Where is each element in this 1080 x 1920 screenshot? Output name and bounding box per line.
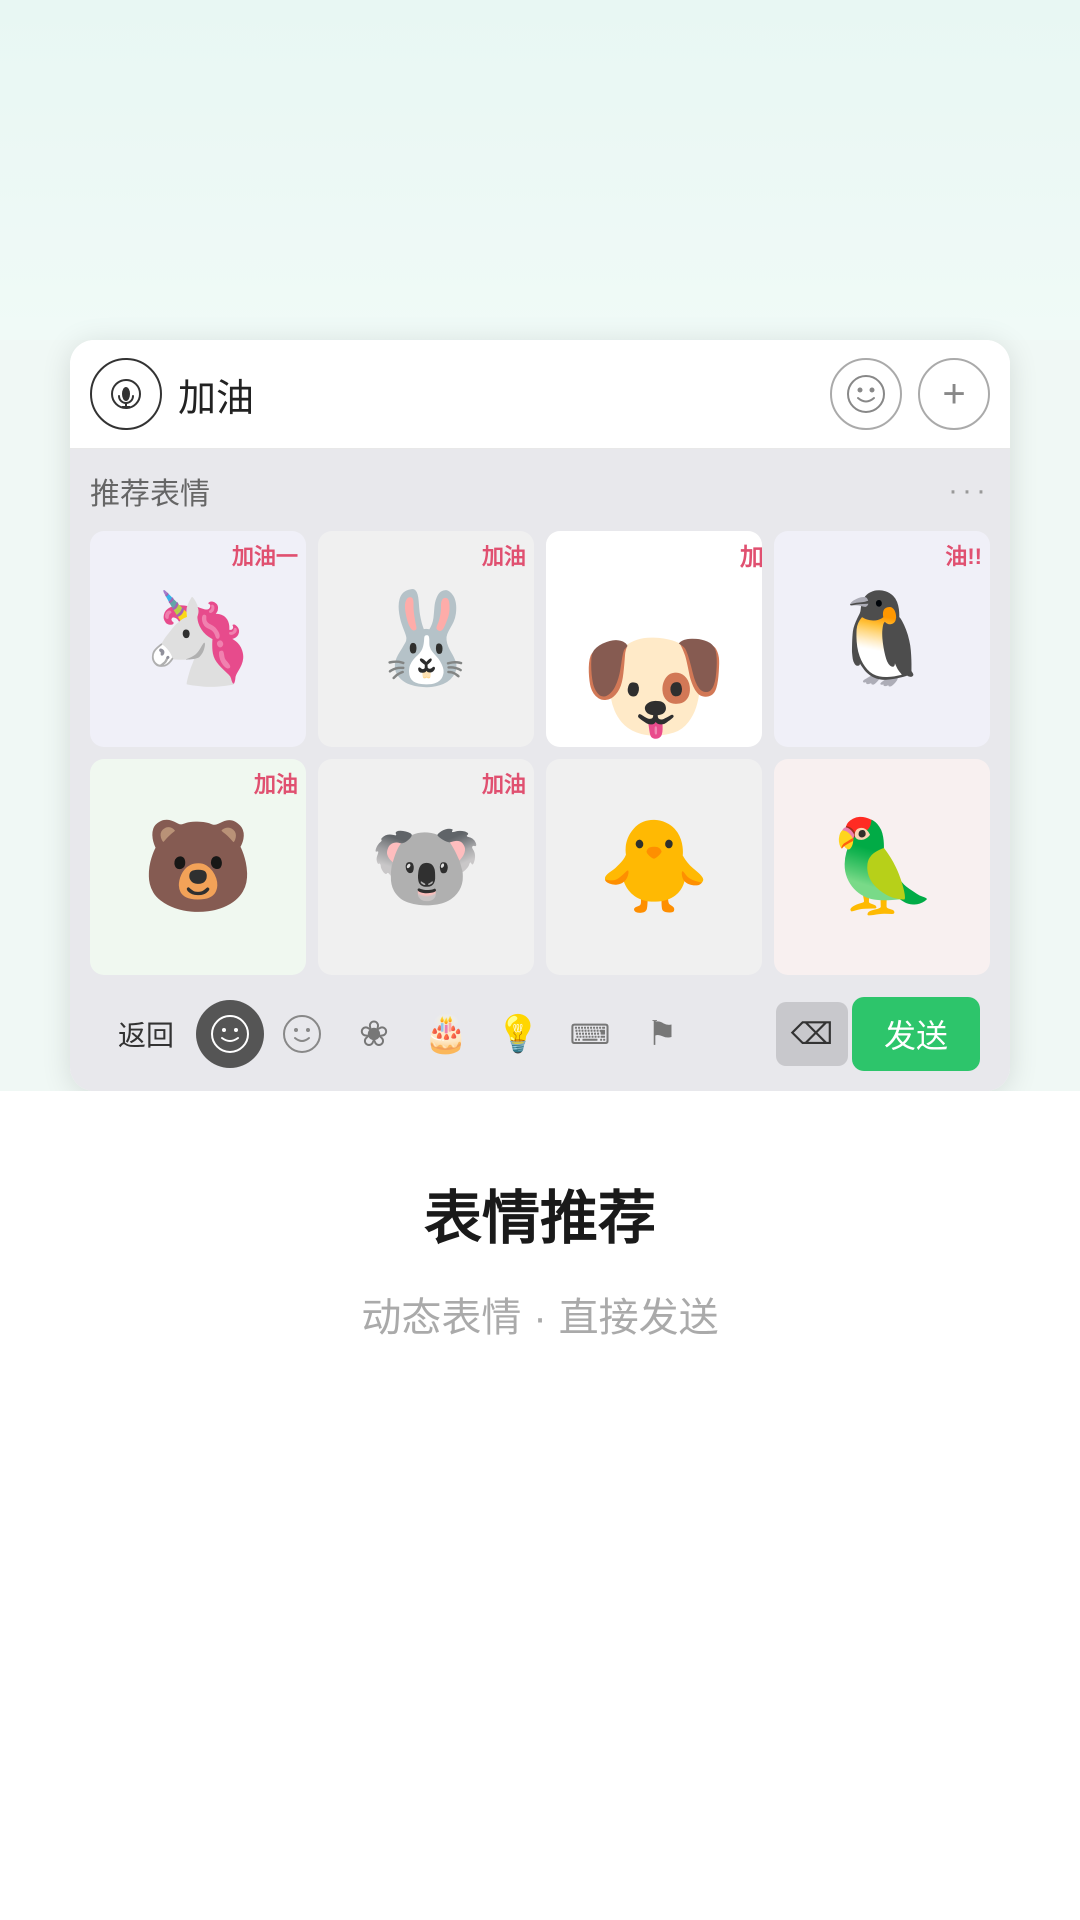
- sticker-face-icon: [210, 1014, 250, 1054]
- sticker-item-4[interactable]: 油!! 🐧: [774, 531, 990, 747]
- toolbar-flower-button[interactable]: ❀: [340, 1000, 408, 1068]
- emoji-panel: 推荐表情 ··· 加油一 🦄 加油 🐰 加油 🐶: [70, 449, 1010, 1091]
- delete-button[interactable]: ⌫: [776, 1002, 848, 1066]
- sticker-item-6[interactable]: 加油 🐨: [318, 759, 534, 975]
- sticker-section-title: 推荐表情: [90, 469, 210, 513]
- sticker-more-button[interactable]: ···: [948, 474, 990, 508]
- subtitle-part2: 直接发送: [559, 1296, 719, 1340]
- emoji-smile-icon: [282, 1014, 322, 1054]
- toolbar-face-button[interactable]: [196, 1000, 264, 1068]
- back-button[interactable]: 返回: [100, 1002, 192, 1066]
- flower-icon: ❀: [359, 1013, 389, 1055]
- toolbar-emoji-button[interactable]: [268, 1000, 336, 1068]
- feature-subtitle: 动态表情 · 直接发送: [361, 1285, 718, 1343]
- text-input-display[interactable]: 加油: [178, 359, 814, 430]
- bulb-icon: 💡: [496, 1013, 541, 1055]
- sticker-section-header: 推荐表情 ···: [90, 469, 990, 513]
- toolbar-symbols-button[interactable]: ⌨︎: [556, 1000, 624, 1068]
- sticker-label-6: 加油: [482, 767, 526, 799]
- sticker-item-5[interactable]: 加油 🐻: [90, 759, 306, 975]
- sticker-item-8[interactable]: 🦜: [774, 759, 990, 975]
- backspace-icon: ⌫: [791, 1017, 833, 1052]
- chat-area: [0, 0, 1080, 340]
- voice-button[interactable]: [90, 358, 162, 430]
- toolbar-bulb-button[interactable]: 💡: [484, 1000, 552, 1068]
- sticker-popup: 加油 🐶 闪萌表情: [546, 531, 762, 747]
- flag-icon: ⚑: [647, 1014, 677, 1054]
- sticker-item-1[interactable]: 加油一 🦄: [90, 531, 306, 747]
- smiley-icon: [846, 374, 886, 414]
- plus-icon: +: [942, 372, 965, 417]
- popup-label-text: 加油: [740, 537, 762, 572]
- cake-icon: 🎂: [424, 1013, 469, 1055]
- toolbar-flag-button[interactable]: ⚑: [628, 1000, 696, 1068]
- popup-sticker-image: 🐶: [546, 576, 762, 747]
- sticker-label-4: 油!!: [945, 539, 982, 571]
- sticker-label-1: 加油一: [232, 539, 298, 571]
- sticker-item-3[interactable]: 加油 🐶 闪萌表情: [546, 531, 762, 747]
- sticker-item-2[interactable]: 加油 🐰: [318, 531, 534, 747]
- feature-section: 表情推荐 动态表情 · 直接发送: [0, 1091, 1080, 1920]
- emoji-button[interactable]: [830, 358, 902, 430]
- send-button[interactable]: 发送: [852, 997, 980, 1071]
- feature-title: 表情推荐: [424, 1171, 656, 1255]
- keyboard-container: 加油 + 推荐表情 ··· 加油一 🦄: [70, 340, 1010, 1091]
- sticker-grid: 加油一 🦄 加油 🐰 加油 🐶 闪萌表情: [90, 531, 990, 975]
- emoji-toolbar: 返回 ❀ 🎂: [90, 987, 990, 1091]
- sticker-label-2: 加油: [482, 539, 526, 571]
- subtitle-dot: ·: [533, 1296, 546, 1340]
- toolbar-cake-button[interactable]: 🎂: [412, 1000, 480, 1068]
- input-bar: 加油 +: [70, 340, 1010, 449]
- voice-icon: [110, 378, 142, 410]
- symbols-icon: ⌨︎: [570, 1018, 610, 1051]
- sticker-item-7[interactable]: 🐥: [546, 759, 762, 975]
- subtitle-part1: 动态表情: [361, 1296, 521, 1340]
- add-button[interactable]: +: [918, 358, 990, 430]
- sticker-label-5: 加油: [254, 767, 298, 799]
